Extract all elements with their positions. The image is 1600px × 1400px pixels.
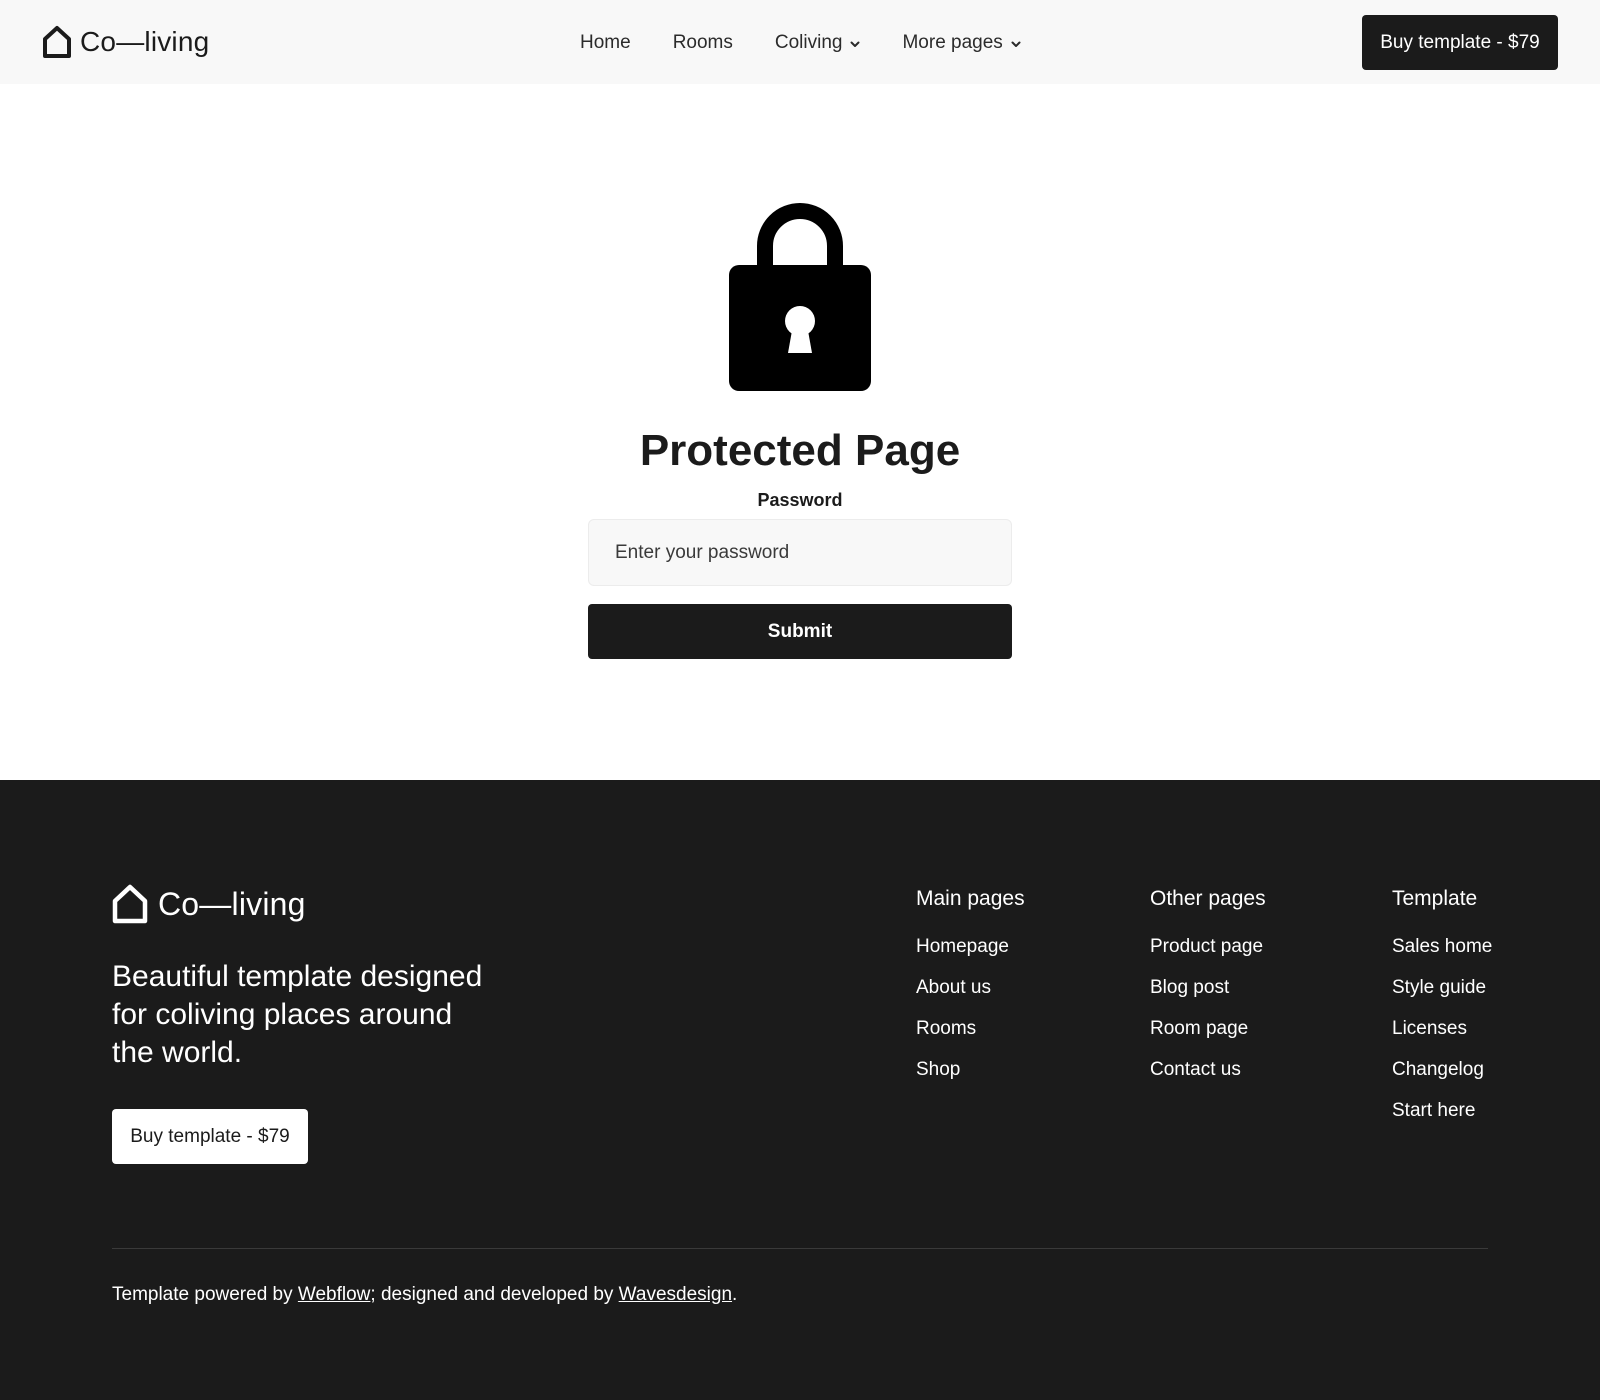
- footer-column-heading: Other pages: [1150, 887, 1266, 910]
- footer-link-shop[interactable]: Shop: [916, 1058, 1025, 1081]
- footer-link-blog-post[interactable]: Blog post: [1150, 976, 1266, 999]
- footer-credits: Template powered by Webflow; designed an…: [112, 1284, 737, 1306]
- footer-column-template: Template Sales home Style guide Licenses…: [1392, 887, 1492, 1140]
- footer-logo[interactable]: Co—living: [112, 884, 306, 924]
- footer-tagline: Beautiful template designed for coliving…: [112, 960, 483, 1069]
- house-icon: [112, 884, 148, 924]
- footer-link-style-guide[interactable]: Style guide: [1392, 976, 1492, 999]
- nav-item-coliving[interactable]: Coliving: [775, 32, 861, 54]
- credits-suffix: .: [732, 1284, 738, 1305]
- footer-buy-template-button[interactable]: Buy template - $79: [112, 1109, 308, 1164]
- protected-page-content: Protected Page Password Submit: [0, 84, 1600, 780]
- wavesdesign-link[interactable]: Wavesdesign: [619, 1284, 732, 1305]
- footer-column-heading: Template: [1392, 887, 1478, 910]
- footer-link-rooms[interactable]: Rooms: [916, 1017, 1025, 1040]
- footer-column-other-pages: Other pages Product page Blog post Room …: [1150, 887, 1266, 1099]
- password-label: Password: [757, 490, 843, 510]
- house-icon: [43, 26, 71, 58]
- logo-text: Co—living: [80, 26, 210, 57]
- footer-column-heading: Main pages: [916, 887, 1025, 910]
- site-header: Co—living Home Rooms Coliving More pages…: [0, 0, 1600, 84]
- nav-item-rooms[interactable]: Rooms: [673, 32, 733, 54]
- lock-icon: [727, 201, 873, 391]
- logo-text: Co—living: [158, 885, 306, 922]
- header-logo[interactable]: Co—living: [42, 24, 209, 60]
- footer-link-homepage[interactable]: Homepage: [916, 935, 1025, 958]
- password-input[interactable]: [588, 519, 1012, 586]
- credits-middle: ; designed and developed by: [370, 1284, 619, 1305]
- nav-label: Home: [580, 32, 631, 53]
- chevron-down-icon: [850, 32, 860, 54]
- credits-prefix: Template powered by: [112, 1284, 298, 1305]
- chevron-down-icon: [1011, 32, 1021, 54]
- footer-link-start-here[interactable]: Start here: [1392, 1099, 1492, 1122]
- footer-link-about-us[interactable]: About us: [916, 976, 1025, 999]
- main-nav: Home Rooms Coliving More pages: [580, 28, 1063, 58]
- footer-column-main-pages: Main pages Homepage About us Rooms Shop: [916, 887, 1025, 1099]
- footer-link-sales-home[interactable]: Sales home: [1392, 935, 1492, 958]
- webflow-link[interactable]: Webflow: [298, 1284, 371, 1305]
- nav-label: More pages: [902, 32, 1003, 53]
- submit-button[interactable]: Submit: [588, 604, 1012, 659]
- nav-item-home[interactable]: Home: [580, 32, 631, 54]
- nav-label: Coliving: [774, 32, 843, 53]
- footer-link-room-page[interactable]: Room page: [1150, 1017, 1266, 1040]
- buy-template-button[interactable]: Buy template - $79: [1362, 15, 1558, 70]
- footer-link-changelog[interactable]: Changelog: [1392, 1058, 1492, 1081]
- footer-link-contact-us[interactable]: Contact us: [1150, 1058, 1266, 1081]
- footer-link-product-page[interactable]: Product page: [1150, 935, 1266, 958]
- nav-item-more-pages[interactable]: More pages: [902, 32, 1021, 54]
- footer-divider: [112, 1248, 1488, 1249]
- nav-label: Rooms: [672, 32, 733, 53]
- page-title: Protected Page: [639, 426, 961, 475]
- footer-link-licenses[interactable]: Licenses: [1392, 1017, 1492, 1040]
- site-footer: Co—living Beautiful template designed fo…: [0, 780, 1600, 1400]
